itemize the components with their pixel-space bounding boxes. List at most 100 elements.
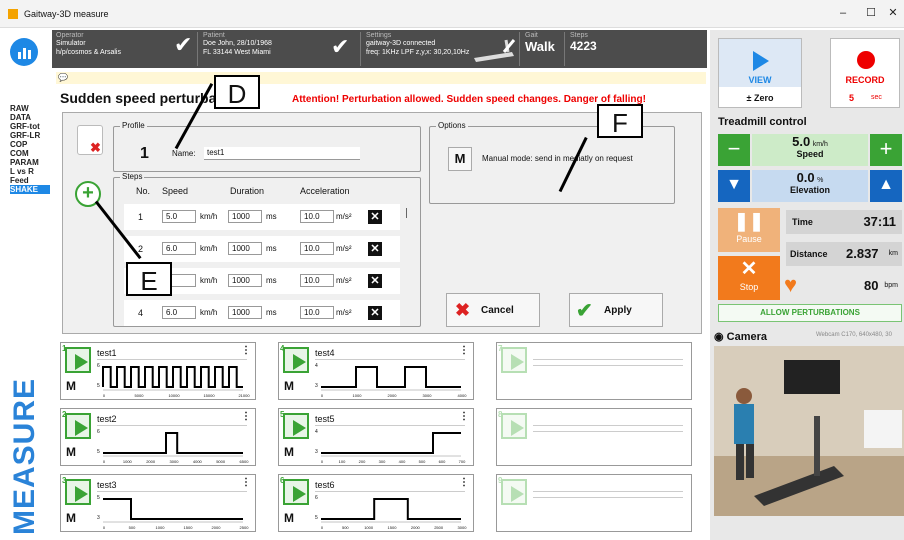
gait-label: Gait [525,32,538,39]
speed-input[interactable]: 6.0 [162,306,196,319]
cancel-button[interactable]: ✖ Cancel [446,293,540,327]
duration-input[interactable]: 1000 [228,274,262,287]
camera-label: ◉ Camera [714,331,768,343]
sidebar-item-data[interactable]: DATA [10,113,31,122]
name-label: Name: [172,149,196,158]
step-number: 2 [138,244,144,254]
minimize-button[interactable]: – [830,4,856,22]
delete-profile-button[interactable]: ✖ [77,125,103,155]
play-icon [753,51,769,71]
close-button[interactable]: ✕ [880,4,904,22]
sidebar-item-l-vs-r[interactable]: L vs R [10,167,34,176]
delete-step-button[interactable]: ✕ [368,306,382,320]
waveform-plot [102,366,243,391]
steps-fieldset: Steps No. Speed Duration Acceleration 1 5… [113,172,421,327]
profile-card[interactable]: 9 [496,474,692,532]
stop-button[interactable]: ✕ Stop [718,256,780,300]
manual-mode-button[interactable]: M [448,147,472,171]
scrollbar[interactable] [406,208,407,218]
heart-rate-display: 80 bpm [786,274,902,298]
cancel-icon: ✖ [455,300,471,320]
sidebar-item-feed[interactable]: Feed [10,176,29,185]
acceleration-input[interactable]: 10.0 [300,306,334,319]
waveform-plot [103,432,243,457]
cancel-label: Cancel [481,305,514,316]
duration-input[interactable]: 1000 [228,306,262,319]
apply-check-icon: ✔ [576,300,593,322]
time-display: Time 37:11 [786,210,902,234]
acceleration-input[interactable]: 10.0 [300,210,334,223]
col-speed: Speed [162,186,189,196]
speed-unit: km/h [200,308,218,317]
gait-section: Gait Walk [521,32,565,66]
profile-card[interactable]: 4 test4 ⋮ M 4 3 0 1000 2000 3000 4000 [278,342,474,400]
duration-input[interactable]: 1000 [228,242,262,255]
apply-label: Apply [604,305,632,316]
elevation-down-button[interactable]: ▼ [718,170,750,202]
delete-step-button[interactable]: ✕ [368,242,382,256]
profile-card[interactable]: 5 test5 ⋮ M 4 3 0 100 200 300 400 500 600 700 [278,408,474,466]
record-icon [857,51,875,69]
play-icon [511,354,524,370]
time-label: Time [792,217,813,227]
pause-button[interactable]: ❚❚ Pause [718,208,780,252]
acceleration-input[interactable]: 10.0 [300,274,334,287]
record-button[interactable]: RECORD 5 sec [830,38,900,108]
distance-label: Distance [790,249,828,259]
profile-editor-panel: Profile 1 Name: test1 ✖ Options M Manual… [62,112,702,334]
sidebar-item-param[interactable]: PARAM [10,158,39,167]
acceleration-unit: m/s² [336,212,352,221]
profile-card[interactable]: 3 test3 ⋮ M 5 3 0 500 1000 1500 2000 2500 [60,474,256,532]
profile-card[interactable]: 6 test6 ⋮ M 6 5 0 500 1000 1500 2000 2500 3000 [278,474,474,532]
speed-input[interactable]: 6.0 [162,242,196,255]
operator-section[interactable]: Operator Simulator h/p/cosmos & Arsalis … [52,32,198,66]
acceleration-input[interactable]: 10.0 [300,242,334,255]
app-icon [8,9,18,19]
profile-card[interactable]: 1 test1 ⋮ M 6 5 0 5000 10000 15000 21000 [60,342,256,400]
step-number: 4 [138,308,144,318]
elevation-up-button[interactable]: ▲ [870,170,902,202]
zero-button[interactable]: ± Zero [719,93,801,103]
view-label: VIEW [748,75,772,85]
speed-value: 5.0 [792,134,811,149]
speed-display: 5.0 km/h Speed [752,134,868,166]
play-icon [511,420,524,436]
profile-card[interactable]: 2 test2 ⋮ M 6 5 0 1000 2000 3000 4000 5000 6500 [60,408,256,466]
play-profile-button[interactable] [501,347,527,373]
steps-section: Steps 4223 [566,32,612,66]
speed-minus-button[interactable]: − [718,134,750,166]
sidebar-item-shake[interactable]: SHAKE [10,185,50,194]
delete-step-button[interactable]: ✕ [368,210,382,224]
sidebar-item-com[interactable]: COM [10,149,29,158]
profile-card[interactable]: 8 [496,408,692,466]
elevation-unit: % [817,177,824,184]
patient-section[interactable]: Patient Doe John, 28/10/1968 FL 33144 We… [199,32,361,66]
time-value: 37:11 [863,214,896,229]
empty-card-line [533,431,683,432]
record-seconds[interactable]: 5 [849,93,854,103]
apply-button[interactable]: ✔ Apply [569,293,663,327]
camera-info: Webcam C170, 640x480, 30 [816,332,892,338]
measure-label: MEASURE [8,377,41,535]
speed-plus-button[interactable]: + [870,134,902,166]
play-profile-button[interactable] [501,479,527,505]
allow-perturbations-button[interactable]: ALLOW PERTURBATIONS [718,304,902,322]
delete-step-button[interactable]: ✕ [368,274,382,288]
col-duration: Duration [230,186,265,196]
sidebar-item-raw[interactable]: RAW [10,104,29,113]
acceleration-unit: m/s² [336,276,352,285]
duration-input[interactable]: 1000 [228,210,262,223]
duration-unit: ms [266,276,277,285]
profile-card[interactable]: 7 [496,342,692,400]
duration-unit: ms [266,308,277,317]
sidebar-item-grf-tot[interactable]: GRF-tot [10,122,40,131]
play-profile-button[interactable] [501,413,527,439]
sidebar-item-cop[interactable]: COP [10,140,27,149]
col-no: No. [136,186,151,196]
check-icon: ✔ [174,32,193,57]
delete-icon: ✖ [90,140,101,155]
sidebar-item-grf-lr[interactable]: GRF-LR [10,131,40,140]
profile-name-input[interactable]: test1 [204,147,360,160]
view-button[interactable]: VIEW ± Zero [718,38,802,108]
speed-input[interactable]: 5.0 [162,210,196,223]
